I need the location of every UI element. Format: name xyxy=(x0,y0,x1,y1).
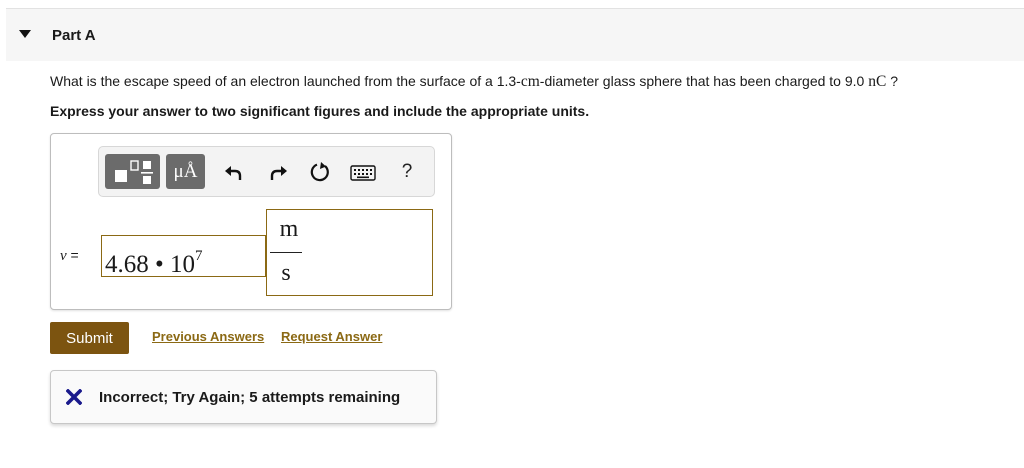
value-mantissa: 4.68 • 10 xyxy=(105,251,196,278)
collapse-caret-icon[interactable] xyxy=(19,30,31,38)
help-icon: ? xyxy=(401,161,413,182)
feedback-message: Incorrect; Try Again; 5 attempts remaini… xyxy=(99,389,401,406)
answer-value-input[interactable]: 4.68 • 107 xyxy=(101,235,266,278)
help-button[interactable]: ? xyxy=(394,158,420,186)
undo-icon xyxy=(225,166,242,180)
keyboard-icon xyxy=(350,165,376,181)
units-icon: μÅ xyxy=(173,160,198,182)
question-text-before: What is the escape speed of an electron … xyxy=(50,73,521,89)
templates-icon xyxy=(114,159,153,184)
incorrect-x-icon xyxy=(66,389,82,405)
keyboard-button[interactable] xyxy=(349,163,377,183)
part-header[interactable] xyxy=(6,9,1024,61)
question-text: What is the escape speed of an electron … xyxy=(50,73,898,91)
reset-icon xyxy=(310,162,329,182)
variable-label: v = xyxy=(60,247,79,265)
question-unit-nc: nC xyxy=(868,73,887,90)
redo-icon xyxy=(270,166,287,180)
question-text-after: ? xyxy=(886,73,898,89)
answer-instructions: Express your answer to two significant f… xyxy=(50,103,590,119)
question-text-middle: -diameter glass sphere that has been cha… xyxy=(539,73,869,89)
request-answer-link[interactable]: Request Answer xyxy=(281,329,382,344)
equals-sign: = xyxy=(66,247,79,263)
unit-denominator: s xyxy=(281,260,291,286)
part-title: Part A xyxy=(52,27,96,44)
undo-button[interactable] xyxy=(220,159,248,185)
value-exponent: 7 xyxy=(195,248,203,264)
redo-button[interactable] xyxy=(264,159,292,185)
templates-button[interactable] xyxy=(105,154,160,189)
units-button[interactable]: μÅ xyxy=(166,154,205,189)
question-unit-cm: cm xyxy=(520,73,540,90)
variable-symbol: v xyxy=(60,248,67,264)
fraction-bar xyxy=(270,252,302,253)
previous-answers-link[interactable]: Previous Answers xyxy=(152,329,264,344)
reset-button[interactable] xyxy=(307,159,333,185)
unit-numerator: m xyxy=(279,216,299,242)
submit-button[interactable]: Submit xyxy=(50,322,129,354)
